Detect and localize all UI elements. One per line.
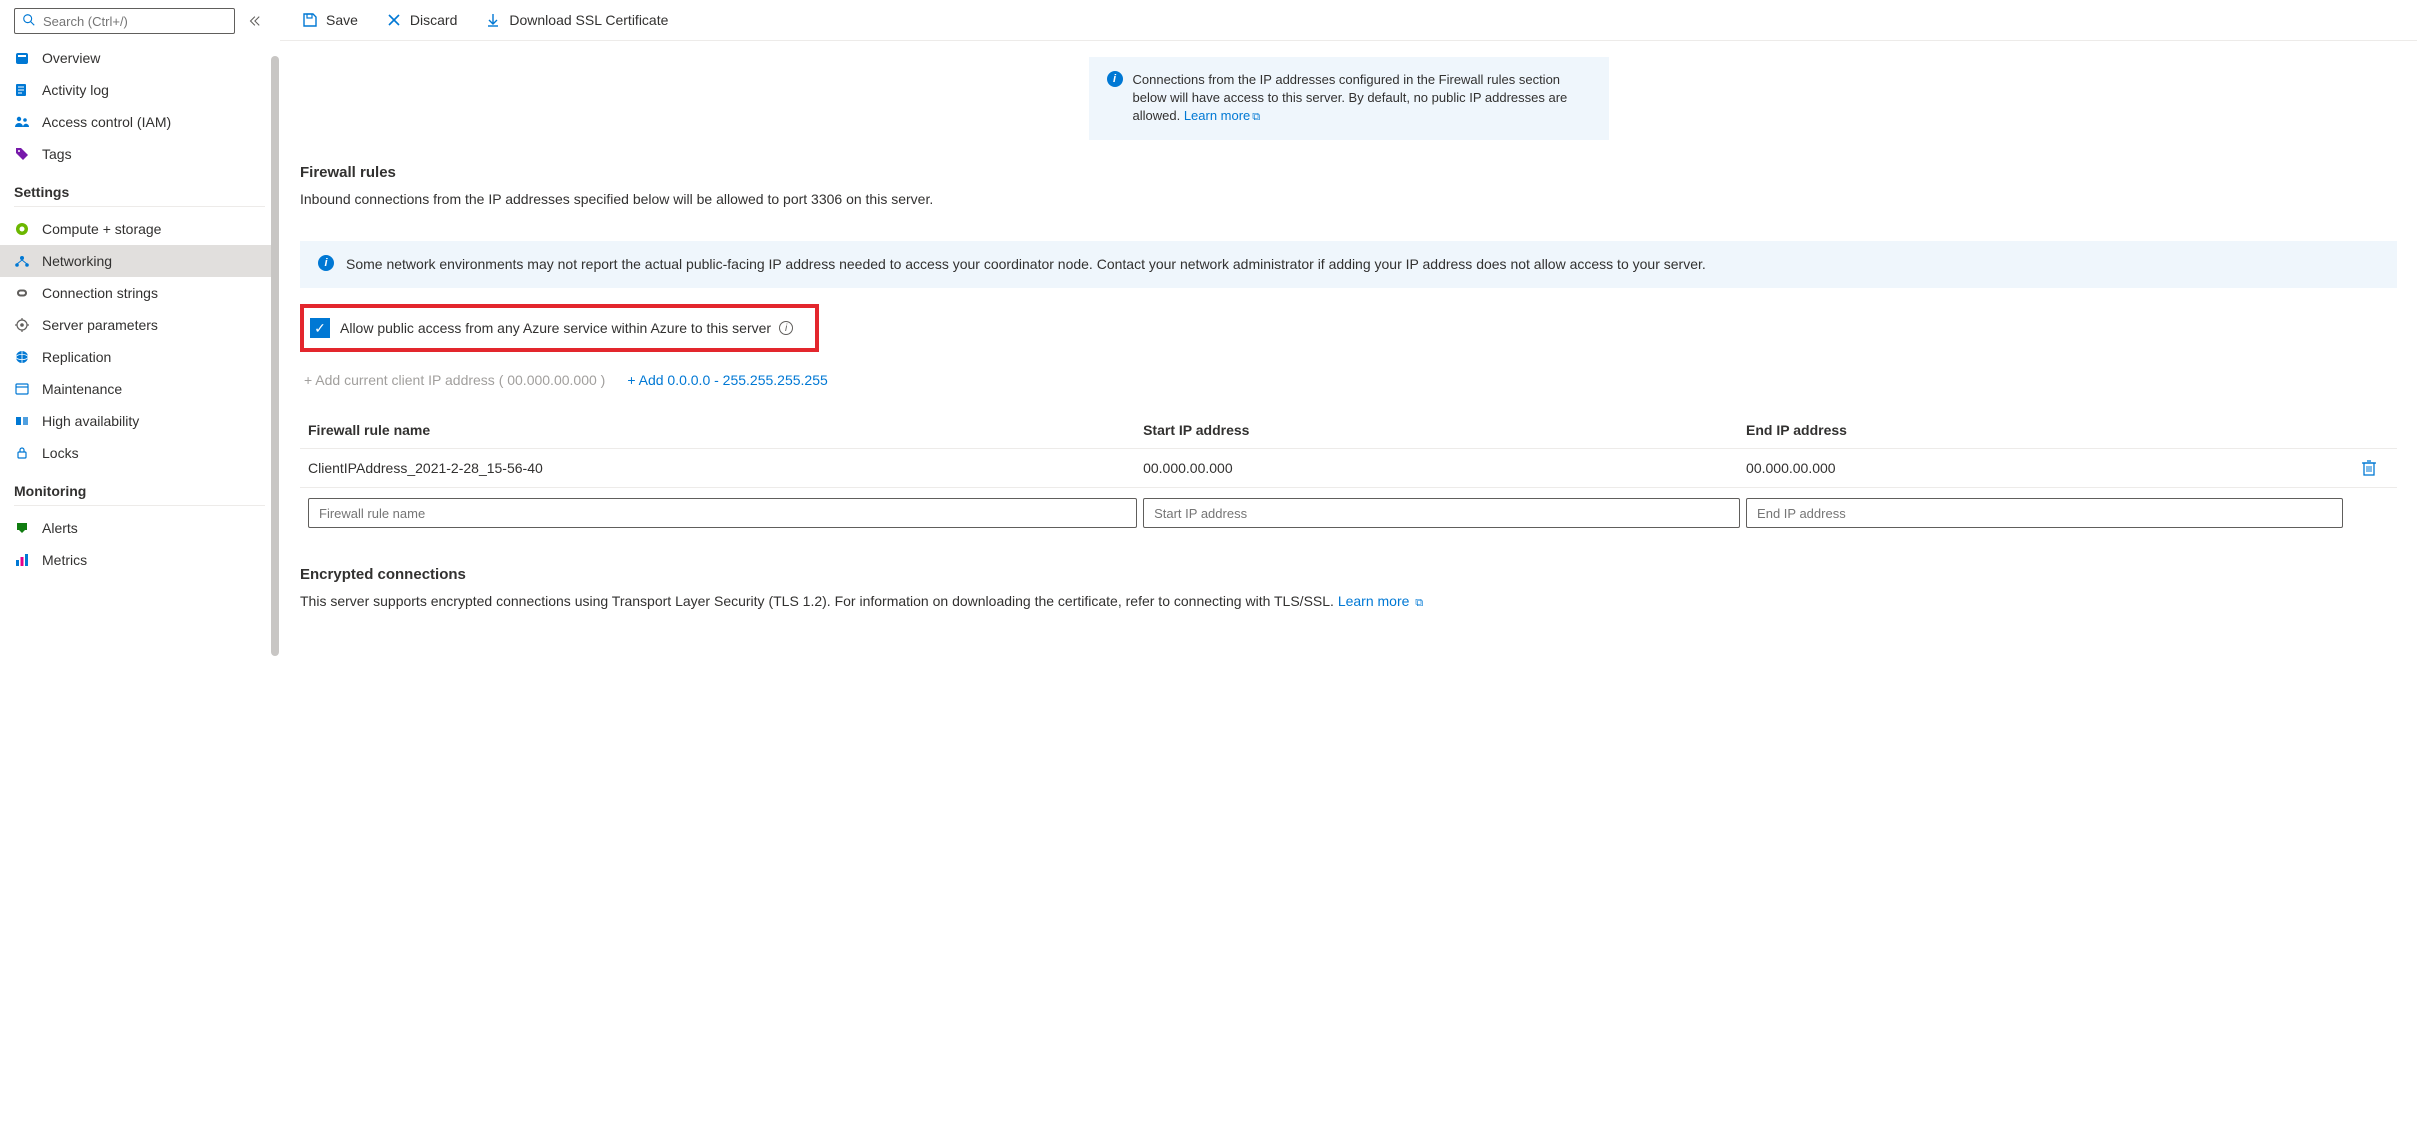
sidebar-item-access-control[interactable]: Access control (IAM) — [0, 106, 279, 138]
maintenance-icon — [14, 381, 30, 397]
encrypted-connections-title: Encrypted connections — [300, 566, 2397, 583]
sidebar-item-label: Maintenance — [42, 381, 122, 397]
sidebar-item-label: Networking — [42, 253, 112, 269]
external-link-icon: ⧉ — [1252, 111, 1260, 123]
sidebar-item-overview[interactable]: Overview — [0, 42, 279, 74]
info-icon: i — [1107, 71, 1123, 87]
compute-icon — [14, 221, 30, 237]
collapse-sidebar-button[interactable] — [243, 10, 265, 32]
divider — [14, 206, 265, 207]
start-ip-input[interactable] — [1143, 498, 1740, 528]
connection-icon — [14, 285, 30, 301]
sidebar-item-label: High availability — [42, 413, 139, 429]
button-label: Discard — [410, 12, 457, 28]
info-banner-network: i Some network environments may not repo… — [300, 241, 2397, 289]
delete-rule-button[interactable] — [2349, 459, 2389, 477]
sidebar-item-replication[interactable]: Replication — [0, 341, 279, 373]
sidebar-item-label: Server parameters — [42, 317, 158, 333]
sidebar-item-label: Compute + storage — [42, 221, 161, 237]
sidebar-item-maintenance[interactable]: Maintenance — [0, 373, 279, 405]
sidebar-item-label: Activity log — [42, 82, 109, 98]
info-icon: i — [318, 255, 334, 271]
sidebar-item-high-availability[interactable]: High availability — [0, 405, 279, 437]
button-label: Download SSL Certificate — [509, 12, 668, 28]
sidebar: Overview Activity log Access control (IA… — [0, 0, 280, 1146]
people-icon — [14, 114, 30, 130]
sidebar-item-label: Locks — [42, 445, 79, 461]
cell-rule-name: ClientIPAddress_2021-2-28_15-56-40 — [308, 460, 1137, 476]
main-content: Save Discard Download SSL Certificate i … — [280, 0, 2417, 1146]
gear-icon — [14, 317, 30, 333]
add-client-ip-link[interactable]: + Add current client IP address ( 00.000… — [304, 372, 605, 388]
sidebar-section-monitoring: Monitoring — [0, 469, 279, 505]
rule-name-input[interactable] — [308, 498, 1137, 528]
firewall-rules-table: Firewall rule name Start IP address End … — [300, 412, 2397, 538]
lock-icon — [14, 445, 30, 461]
download-ssl-button[interactable]: Download SSL Certificate — [481, 10, 672, 30]
save-button[interactable]: Save — [298, 10, 362, 30]
sidebar-item-label: Metrics — [42, 552, 87, 568]
search-field[interactable] — [14, 8, 235, 34]
sidebar-item-label: Overview — [42, 50, 100, 66]
sidebar-item-label: Connection strings — [42, 285, 158, 301]
search-input[interactable] — [14, 8, 235, 34]
metrics-icon — [14, 552, 30, 568]
banner-text: Some network environments may not report… — [346, 255, 1706, 275]
encrypted-desc: This server supports encrypted connectio… — [300, 593, 1338, 609]
divider — [14, 505, 265, 506]
sidebar-item-activity-log[interactable]: Activity log — [0, 74, 279, 106]
sidebar-section-settings: Settings — [0, 170, 279, 206]
allow-azure-checkbox[interactable]: ✓ — [310, 318, 330, 338]
sidebar-item-alerts[interactable]: Alerts — [0, 512, 279, 544]
cell-start-ip: 00.000.00.000 — [1143, 460, 1740, 476]
table-row: ClientIPAddress_2021-2-28_15-56-40 00.00… — [300, 449, 2397, 488]
external-link-icon: ⧉ — [1415, 597, 1423, 609]
sidebar-item-server-parameters[interactable]: Server parameters — [0, 309, 279, 341]
info-icon[interactable]: i — [779, 321, 793, 335]
close-icon — [386, 12, 402, 28]
column-header-start-ip: Start IP address — [1143, 422, 1740, 438]
alerts-icon — [14, 520, 30, 536]
sidebar-item-networking[interactable]: Networking — [0, 245, 279, 277]
end-ip-input[interactable] — [1746, 498, 2343, 528]
learn-more-link[interactable]: Learn more⧉ — [1184, 108, 1260, 123]
sidebar-item-label: Access control (IAM) — [42, 114, 171, 130]
tag-icon — [14, 146, 30, 162]
trash-icon — [2361, 459, 2377, 477]
globe-icon — [14, 349, 30, 365]
sidebar-item-tags[interactable]: Tags — [0, 138, 279, 170]
add-ip-range-link[interactable]: + Add 0.0.0.0 - 255.255.255.255 — [627, 372, 827, 388]
column-header-end-ip: End IP address — [1746, 422, 2343, 438]
firewall-rules-title: Firewall rules — [300, 164, 2397, 181]
save-icon — [302, 12, 318, 28]
column-header-name: Firewall rule name — [308, 422, 1137, 438]
allow-azure-access-highlight: ✓ Allow public access from any Azure ser… — [300, 304, 819, 352]
sidebar-item-connection-strings[interactable]: Connection strings — [0, 277, 279, 309]
cell-end-ip: 00.000.00.000 — [1746, 460, 2343, 476]
availability-icon — [14, 413, 30, 429]
firewall-rules-desc: Inbound connections from the IP addresse… — [300, 191, 2397, 207]
discard-button[interactable]: Discard — [382, 10, 461, 30]
log-icon — [14, 82, 30, 98]
learn-more-link[interactable]: Learn more ⧉ — [1338, 593, 1423, 609]
button-label: Save — [326, 12, 358, 28]
sidebar-item-label: Tags — [42, 146, 72, 162]
sidebar-item-locks[interactable]: Locks — [0, 437, 279, 469]
sidebar-item-metrics[interactable]: Metrics — [0, 544, 279, 576]
toolbar: Save Discard Download SSL Certificate — [280, 0, 2417, 41]
info-banner-firewall: i Connections from the IP addresses conf… — [1089, 57, 1609, 140]
download-icon — [485, 12, 501, 28]
search-icon — [22, 13, 36, 27]
networking-icon — [14, 253, 30, 269]
table-input-row — [300, 488, 2397, 538]
allow-azure-label: Allow public access from any Azure servi… — [340, 320, 771, 336]
sidebar-scrollbar[interactable] — [271, 56, 279, 1146]
sidebar-item-compute-storage[interactable]: Compute + storage — [0, 213, 279, 245]
sidebar-item-label: Alerts — [42, 520, 78, 536]
database-icon — [14, 50, 30, 66]
sidebar-item-label: Replication — [42, 349, 111, 365]
check-icon: ✓ — [314, 321, 326, 335]
